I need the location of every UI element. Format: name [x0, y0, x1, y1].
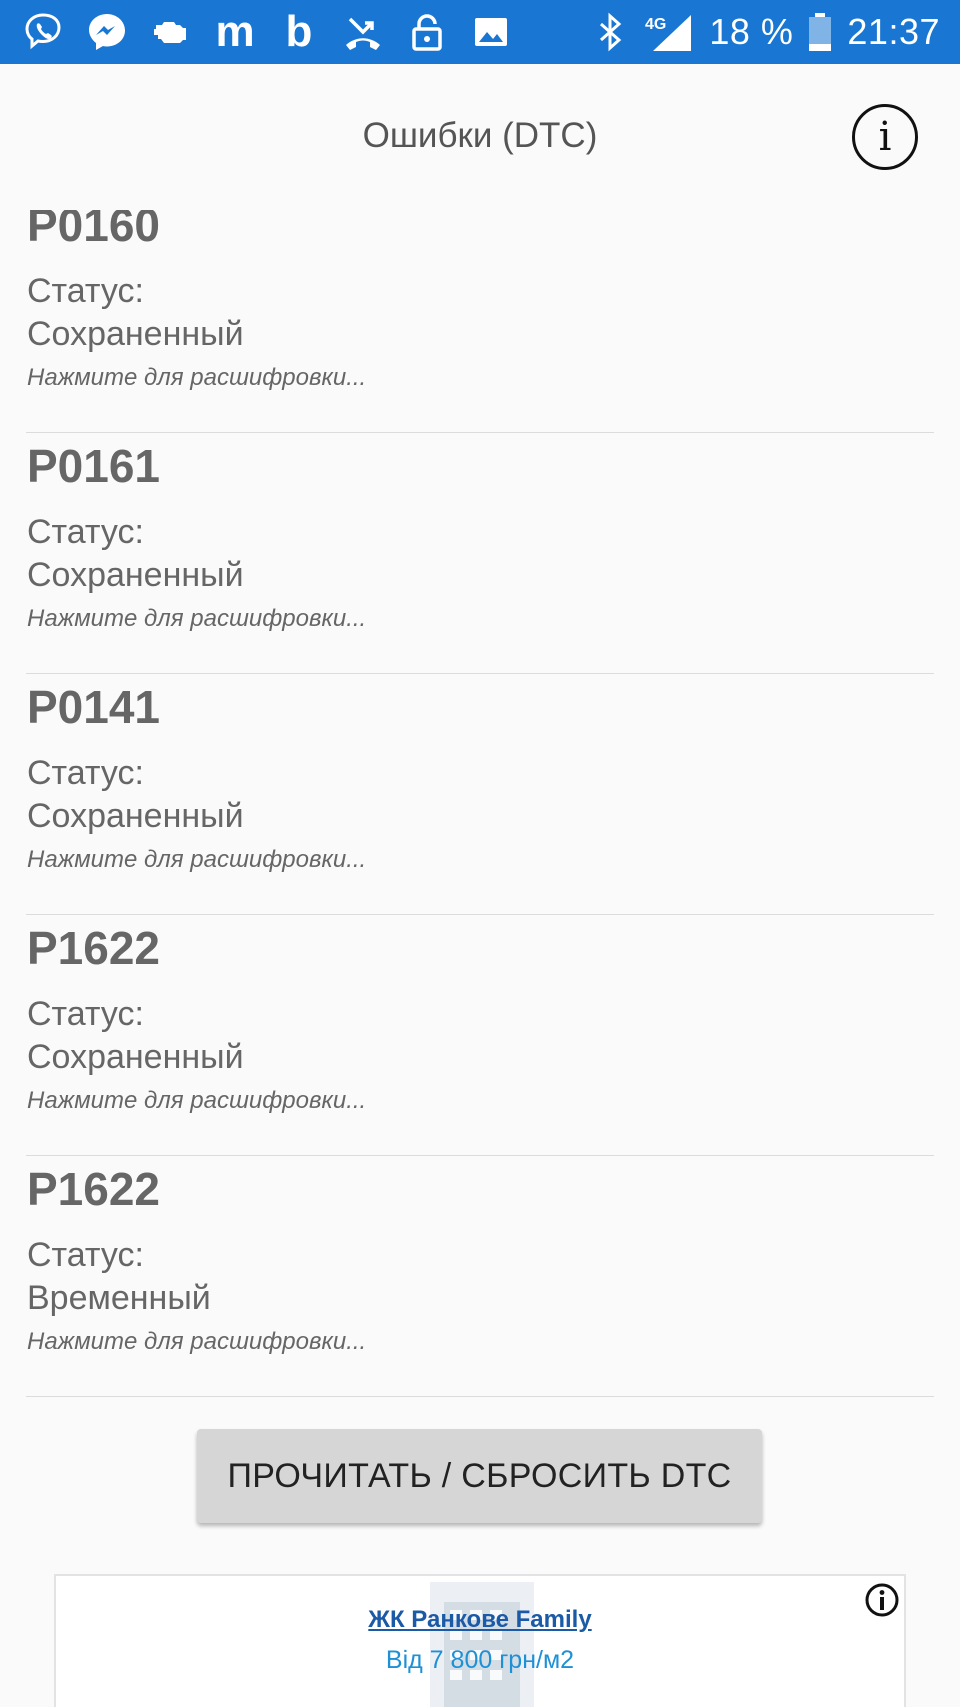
viber-icon [22, 11, 64, 53]
signal-4g-icon: 4G [645, 11, 695, 53]
info-button[interactable]: i [852, 104, 918, 170]
battery-icon [807, 11, 833, 53]
m-app-icon: m [215, 7, 255, 56]
svg-text:4G: 4G [645, 16, 666, 33]
dtc-hint: Нажмите для расшифровки... [27, 846, 367, 873]
lock-icon [406, 11, 448, 53]
missed-call-icon [342, 11, 384, 53]
dtc-code: P1622 [27, 922, 161, 974]
app-bar: Ошибки (DTC) i [0, 64, 960, 210]
read-reset-dtc-button[interactable]: ПРОЧИТАТЬ / СБРОСИТЬ DTC [197, 1429, 762, 1523]
dtc-hint: Нажмите для расшифровки... [27, 1328, 367, 1355]
dtc-item[interactable]: P0141 Статус: Сохраненный Нажмите для ра… [26, 674, 934, 915]
dtc-status-value: Временный [27, 1279, 211, 1317]
dtc-status-value: Сохраненный [27, 315, 244, 353]
dtc-list-content: P0160 Статус: Сохраненный Нажмите для ра… [0, 210, 960, 1397]
system-status: 4G 18 % 21:37 [589, 11, 940, 53]
battery-percent: 18 % [709, 11, 794, 52]
dtc-code: P1622 [27, 1163, 161, 1215]
ad-title-link[interactable]: ЖК Ранкове Family [56, 1606, 904, 1634]
image-icon [470, 11, 512, 53]
dtc-status-label: Статус: [27, 1236, 144, 1274]
dtc-status-label: Статус: [27, 995, 144, 1033]
dtc-status-label: Статус: [27, 272, 144, 310]
ad-price: Від 7 800 грн/м2 [385, 1646, 575, 1674]
dtc-item[interactable]: P1622 Статус: Временный Нажмите для расш… [26, 1156, 934, 1397]
clock: 21:37 [847, 11, 940, 52]
dtc-hint: Нажмите для расшифровки... [27, 605, 367, 632]
page-title: Ошибки (DTC) [362, 116, 598, 155]
dtc-code: P0160 [27, 210, 161, 251]
dtc-code: P0161 [27, 440, 161, 492]
dtc-item[interactable]: P1622 Статус: Сохраненный Нажмите для ра… [26, 915, 934, 1156]
dtc-hint: Нажмите для расшифровки... [27, 1087, 367, 1114]
dtc-item[interactable]: P0160 Статус: Сохраненный Нажмите для ра… [26, 210, 934, 433]
dtc-hint: Нажмите для расшифровки... [27, 364, 367, 391]
car-engine-icon [150, 11, 192, 53]
dtc-list[interactable]: P0160 Статус: Сохраненный Нажмите для ра… [0, 210, 960, 1397]
status-bar: m b 4G 18 % 21:37 [0, 0, 960, 64]
dtc-item[interactable]: P0161 Статус: Сохраненный Нажмите для ра… [26, 433, 934, 674]
notification-icons: m b [22, 7, 512, 56]
ad-info-icon[interactable] [864, 1582, 900, 1618]
messenger-icon [86, 11, 128, 53]
b-app-icon: b [285, 7, 313, 56]
dtc-status-value: Сохраненный [27, 1038, 244, 1076]
dtc-status-label: Статус: [27, 754, 144, 792]
dtc-status-value: Сохраненный [27, 556, 244, 594]
ad-banner[interactable]: ЖК Ранкове Family Від 7 800 грн/м2 [54, 1574, 906, 1707]
dtc-status-label: Статус: [27, 513, 144, 551]
ad-building-image [430, 1582, 534, 1707]
info-icon: i [878, 114, 892, 160]
dtc-code: P0141 [27, 681, 161, 733]
bluetooth-icon [589, 11, 631, 53]
dtc-status-value: Сохраненный [27, 797, 244, 835]
